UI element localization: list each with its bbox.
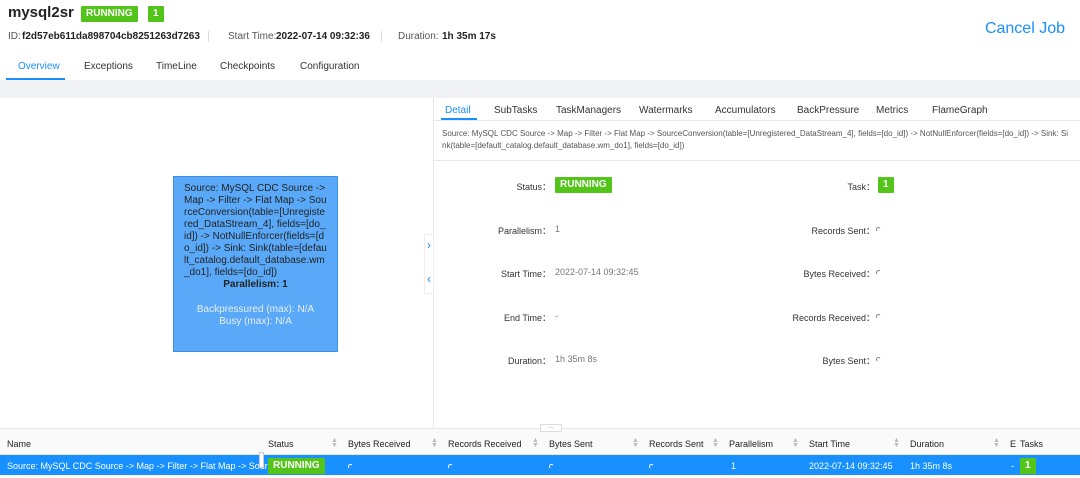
sort-icon[interactable]: ▲ ▼ bbox=[792, 437, 799, 449]
row-name: Source: MySQL CDC Source -> Map -> Filte… bbox=[7, 461, 292, 471]
sort-icon[interactable]: ▲ ▼ bbox=[993, 437, 1000, 449]
start-time-value: 2022-07-14 09:32:45 bbox=[555, 267, 639, 277]
graph-node[interactable]: Source: MySQL CDC Source -> Map -> Filte… bbox=[173, 176, 338, 352]
sort-icon[interactable]: ▲ ▼ bbox=[632, 437, 639, 449]
row-parallelism: 1 bbox=[731, 461, 737, 471]
tab-taskmanagers[interactable]: TaskManagers bbox=[556, 105, 621, 116]
loading-spinner-icon bbox=[876, 224, 881, 234]
tab-watermarks[interactable]: Watermarks bbox=[639, 105, 693, 116]
job-start-time: 2022-07-14 09:32:36 bbox=[276, 31, 370, 42]
graph-node-busy: Busy (max): N/A bbox=[219, 316, 292, 327]
task-label: Task： bbox=[847, 182, 875, 192]
tab-checkpoints[interactable]: Checkpoints bbox=[220, 61, 275, 72]
sort-icon[interactable]: ▲ ▼ bbox=[712, 437, 719, 449]
chevron-right-icon[interactable]: › bbox=[424, 238, 434, 252]
loading-spinner-icon bbox=[348, 461, 353, 471]
table-row[interactable]: Source: MySQL CDC Source -> Map -> Filte… bbox=[0, 455, 1080, 475]
job-start-label: Start Time: bbox=[228, 31, 277, 42]
column-records-received[interactable]: Records Received bbox=[448, 439, 522, 449]
column-bytes-received[interactable]: Bytes Received bbox=[348, 439, 411, 449]
end-time-label: End Time： bbox=[503, 313, 551, 323]
column-parallelism[interactable]: Parallelism bbox=[729, 439, 773, 449]
tab-backpressure[interactable]: BackPressure bbox=[797, 105, 859, 116]
tab-metrics[interactable]: Metrics bbox=[876, 105, 908, 116]
graph-node-description: Source: MySQL CDC Source -> Map -> Filte… bbox=[184, 183, 327, 278]
loading-spinner-icon bbox=[876, 267, 881, 277]
tab-exceptions[interactable]: Exceptions bbox=[84, 61, 133, 72]
job-duration-label: Duration: bbox=[398, 31, 439, 42]
divider bbox=[208, 31, 209, 42]
duration-value: 1h 35m 8s bbox=[555, 354, 598, 364]
tab-overview[interactable]: Overview bbox=[18, 61, 60, 72]
column-status[interactable]: Status bbox=[268, 439, 294, 449]
end-time-value: - bbox=[555, 311, 558, 321]
job-id-label: ID: bbox=[8, 31, 21, 42]
vertex-status-badge: RUNNING bbox=[555, 177, 612, 193]
tab-accumulators[interactable]: Accumulators bbox=[715, 105, 776, 116]
divider bbox=[381, 31, 382, 42]
row-tasks-badge: 1 bbox=[1020, 458, 1036, 474]
column-bytes-sent[interactable]: Bytes Sent bbox=[549, 439, 593, 449]
job-name: mysql2sr bbox=[8, 4, 74, 21]
loading-spinner-icon bbox=[549, 461, 554, 471]
tab-subtasks[interactable]: SubTasks bbox=[494, 105, 537, 116]
row-status-badge: RUNNING bbox=[268, 458, 325, 474]
tab-configuration[interactable]: Configuration bbox=[300, 61, 359, 72]
graph-node-backpressured: Backpressured (max): N/A bbox=[196, 304, 315, 315]
sort-icon[interactable]: ▲ ▼ bbox=[532, 437, 539, 449]
tab-detail[interactable]: Detail bbox=[445, 105, 471, 116]
parallelism-value: 1 bbox=[555, 224, 561, 234]
column-end-time[interactable]: E bbox=[1010, 439, 1016, 449]
panel-resize-handle[interactable]: ... bbox=[540, 423, 562, 432]
bytes-received-label: Bytes Received： bbox=[803, 269, 875, 279]
job-status-badge: RUNNING bbox=[81, 6, 138, 22]
start-time-label: Start Time： bbox=[500, 269, 551, 279]
vertex-name: Source: MySQL CDC Source -> Map -> Filte… bbox=[442, 129, 1068, 150]
loading-spinner-icon bbox=[448, 461, 453, 471]
status-label: Status： bbox=[516, 182, 551, 192]
cancel-job-button[interactable]: Cancel Job bbox=[985, 20, 1065, 38]
column-name[interactable]: Name bbox=[7, 439, 31, 449]
job-id: f2d57eb611da898704cb8251263d7263 bbox=[22, 31, 200, 42]
job-duration: 1h 35m 17s bbox=[442, 31, 496, 42]
loading-spinner-icon bbox=[649, 461, 654, 471]
task-count-badge: 1 bbox=[878, 177, 894, 193]
divider bbox=[434, 160, 1080, 161]
records-sent-label: Records Sent： bbox=[811, 226, 875, 236]
row-start-time: 2022-07-14 09:32:45 bbox=[809, 461, 893, 471]
row-duration: 1h 35m 8s bbox=[910, 461, 953, 471]
tab-timeline[interactable]: TimeLine bbox=[156, 61, 197, 72]
row-end-time: - bbox=[1011, 461, 1014, 471]
column-start-time[interactable]: Start Time bbox=[809, 439, 850, 449]
column-resize-handle[interactable] bbox=[259, 452, 264, 468]
job-header: mysql2sr RUNNING 1 ID: f2d57eb611da89870… bbox=[0, 0, 1080, 80]
column-records-sent[interactable]: Records Sent bbox=[649, 439, 704, 449]
vertex-table-header: Name Status ▲ ▼ Bytes Received ▲ ▼ Records… bbox=[0, 428, 1080, 455]
divider bbox=[434, 120, 1080, 121]
loading-spinner-icon bbox=[876, 354, 881, 364]
loading-spinner-icon bbox=[876, 311, 881, 321]
parallelism-label: Parallelism： bbox=[497, 226, 551, 236]
job-task-count-badge: 1 bbox=[148, 6, 164, 22]
duration-label: Duration： bbox=[507, 356, 551, 366]
sort-icon[interactable]: ▲ ▼ bbox=[431, 437, 438, 449]
graph-node-parallelism: Parallelism: 1 bbox=[223, 279, 288, 290]
chevron-left-icon[interactable]: ‹ bbox=[424, 272, 434, 286]
tab-flamegraph[interactable]: FlameGraph bbox=[932, 105, 988, 116]
content-gutter bbox=[0, 80, 1080, 98]
bytes-sent-label: Bytes Sent： bbox=[822, 356, 875, 366]
records-received-label: Records Received： bbox=[792, 313, 875, 323]
sort-icon[interactable]: ▲ ▼ bbox=[331, 437, 338, 449]
sort-icon[interactable]: ▲ ▼ bbox=[893, 437, 900, 449]
column-duration[interactable]: Duration bbox=[910, 439, 944, 449]
column-tasks[interactable]: Tasks bbox=[1020, 439, 1043, 449]
